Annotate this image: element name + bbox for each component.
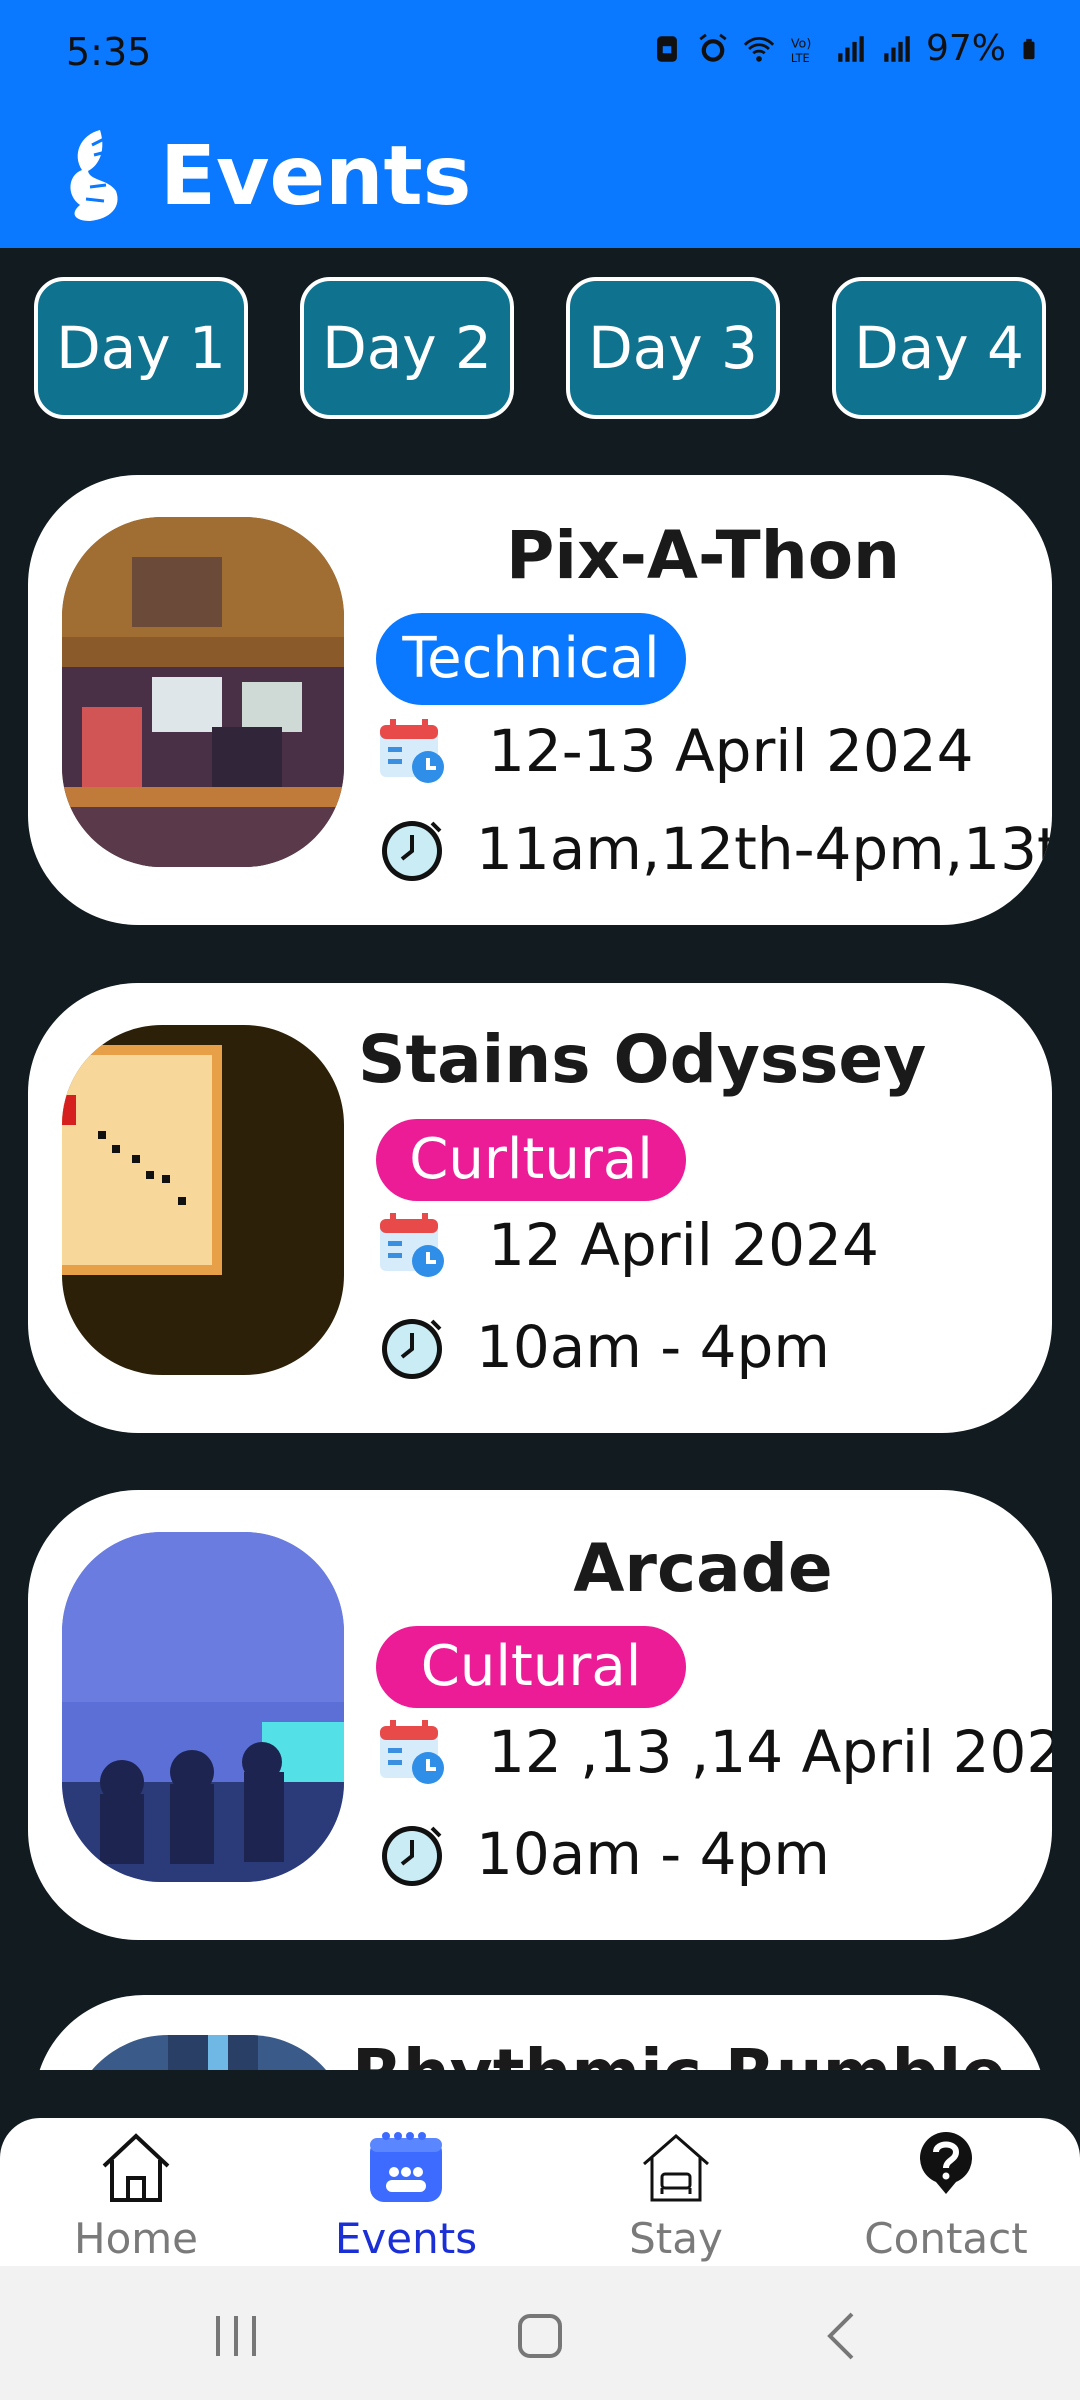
help-icon xyxy=(920,2132,972,2194)
svg-text:Vo): Vo) xyxy=(791,36,812,51)
signal-icon xyxy=(838,35,864,62)
nav-contact[interactable]: Contact xyxy=(846,2118,1046,2266)
event-time: 11am,12th-4pm,13th xyxy=(476,815,1052,883)
event-image xyxy=(62,517,344,867)
timer-icon xyxy=(382,1319,442,1379)
category-tag: Cultural xyxy=(376,1626,686,1708)
logo-icon xyxy=(70,130,118,221)
event-image xyxy=(68,2035,350,2070)
event-time: 10am - 4pm xyxy=(476,1820,830,1888)
nav-home-label: Home xyxy=(73,2214,199,2263)
event-date: 12 April 2024 xyxy=(488,1211,879,1279)
nav-home[interactable]: Home xyxy=(36,2118,236,2266)
event-date: 12 ,13 ,14 April 2024 xyxy=(488,1718,1052,1786)
day-3-button[interactable]: Day 3 xyxy=(566,277,780,419)
event-card[interactable]: Pix-A-Thon Technical 12-13 April 2024 11… xyxy=(28,475,1052,925)
battery-percent: 97% xyxy=(925,28,1006,69)
calendar-clock-icon xyxy=(380,1720,444,1784)
home-button-icon[interactable] xyxy=(500,2306,580,2366)
event-time: 10am - 4pm xyxy=(476,1313,830,1381)
stay-icon xyxy=(643,2134,709,2202)
event-title: Stains Odyssey xyxy=(358,1021,927,1098)
timer-icon xyxy=(382,821,442,881)
event-date: 12-13 April 2024 xyxy=(488,717,974,785)
nav-contact-label: Contact xyxy=(864,2214,1028,2263)
event-date-row: 12 ,13 ,14 April 2024 xyxy=(376,1716,1052,1788)
event-image xyxy=(62,1532,344,1882)
day-4-button[interactable]: Day 4 xyxy=(832,277,1046,419)
status-bar: 5:35 Vo) LTE 97% xyxy=(0,0,1080,105)
screen-lock-icon xyxy=(657,35,677,62)
event-date-row: 12-13 April 2024 xyxy=(376,715,974,787)
nav-stay[interactable]: Stay xyxy=(576,2118,776,2266)
event-date-row: 12 April 2024 xyxy=(376,1209,879,1281)
category-tag: Curltural xyxy=(376,1119,686,1201)
event-time-row: 11am,12th-4pm,13th xyxy=(376,813,1052,885)
partial-card-clip: Rhythmic Rumble xyxy=(0,1995,1080,2070)
event-card[interactable]: Arcade Cultural 12 ,13 ,14 April 2024 10… xyxy=(28,1490,1052,1940)
event-title: Pix-A-Thon xyxy=(505,517,901,594)
battery-icon xyxy=(1023,38,1035,59)
wifi-icon xyxy=(743,36,775,62)
back-icon[interactable] xyxy=(804,2306,884,2366)
svg-text:LTE: LTE xyxy=(791,50,810,64)
system-nav-bar xyxy=(0,2266,1080,2400)
alarm-icon xyxy=(699,33,727,62)
page-title: Events xyxy=(160,129,472,224)
nav-events[interactable]: Events xyxy=(306,2118,506,2266)
nav-events-label: Events xyxy=(334,2214,478,2263)
calendar-clock-icon xyxy=(380,1213,444,1277)
home-icon xyxy=(102,2133,170,2202)
signal-icon-2 xyxy=(884,35,910,62)
status-time: 5:35 xyxy=(66,30,152,74)
calendar-clock-icon xyxy=(380,719,444,783)
recent-apps-icon[interactable] xyxy=(196,2306,276,2366)
events-icon xyxy=(370,2132,442,2202)
timer-icon xyxy=(382,1826,442,1886)
app-bar: Events xyxy=(0,105,1080,248)
event-card[interactable]: Rhythmic Rumble xyxy=(34,1995,1046,2070)
day-1-button[interactable]: Day 1 xyxy=(34,277,248,419)
event-title: Rhythmic Rumble xyxy=(352,2035,1042,2070)
bottom-nav: Home Events Stay Contact xyxy=(0,2118,1080,2266)
category-tag: Technical xyxy=(376,613,686,705)
event-image xyxy=(62,1025,344,1375)
status-icons: Vo) LTE 97% xyxy=(650,28,1040,69)
event-time-row: 10am - 4pm xyxy=(376,1311,830,1383)
day-2-button[interactable]: Day 2 xyxy=(300,277,514,419)
event-time-row: 10am - 4pm xyxy=(376,1818,830,1890)
day-tabs: Day 1 Day 2 Day 3 Day 4 xyxy=(34,277,1046,419)
nav-stay-label: Stay xyxy=(629,2214,723,2263)
event-title: Arcade xyxy=(573,1530,833,1607)
volte-icon: Vo)LTE xyxy=(791,36,812,64)
event-card[interactable]: Stains Odyssey Curltural 12 April 2024 1… xyxy=(28,983,1052,1433)
